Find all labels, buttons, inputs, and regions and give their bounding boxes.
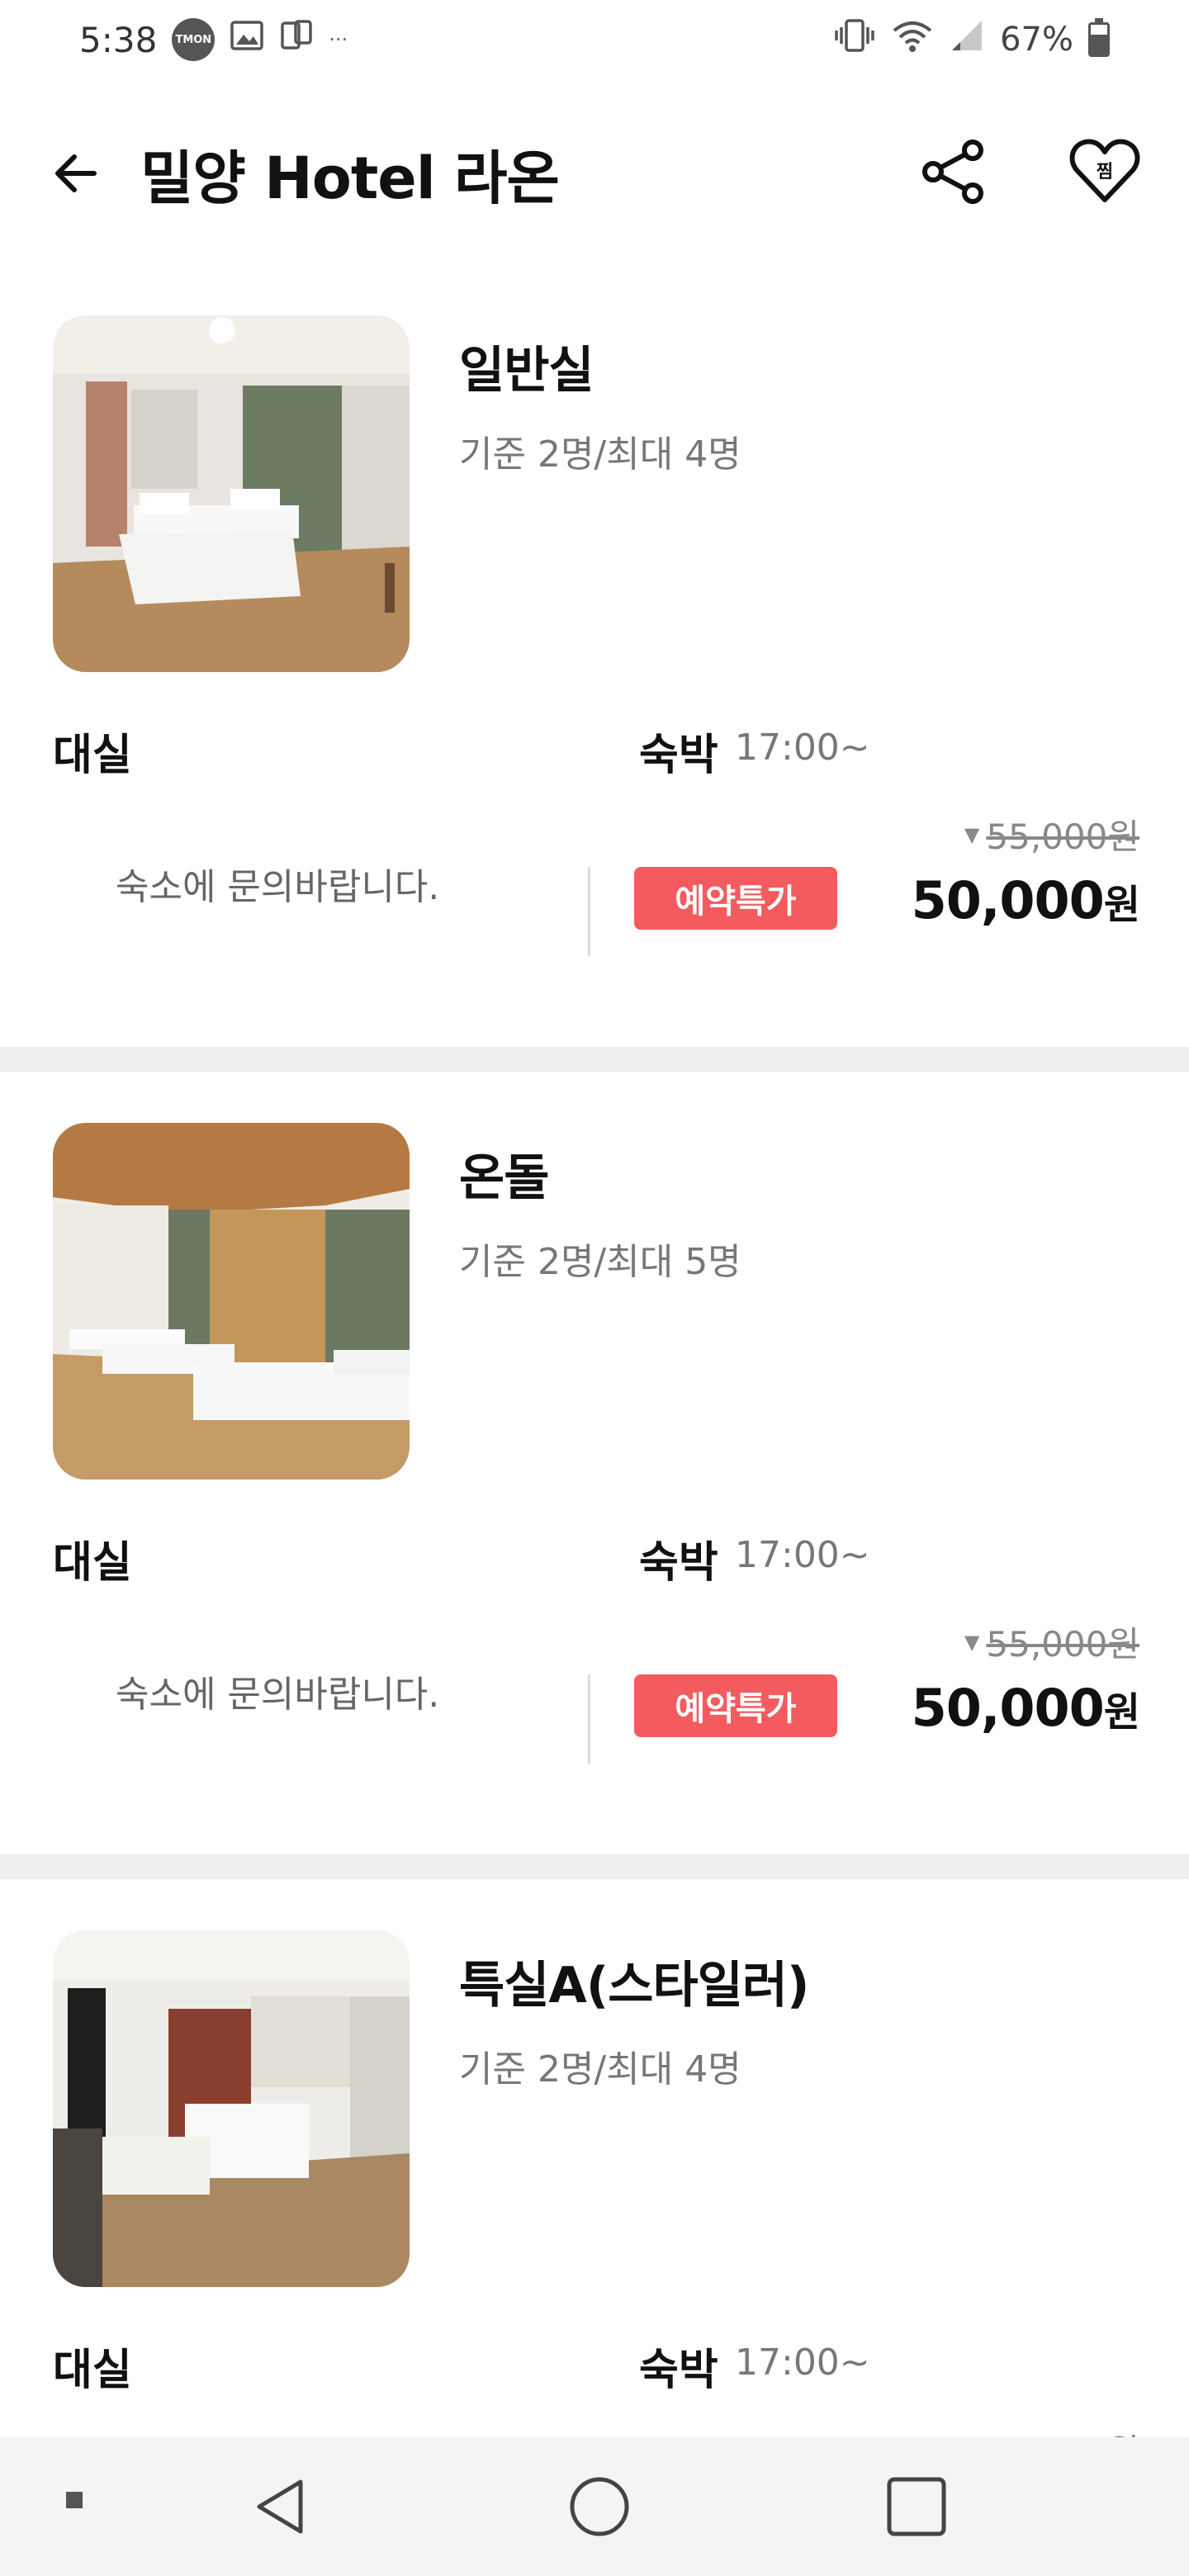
original-price-wrap: ▼ 65,000원 bbox=[964, 2424, 1139, 2437]
deal-badge: 예약특가 bbox=[634, 1674, 837, 1737]
header-actions: 찜 bbox=[917, 135, 1143, 211]
section-divider bbox=[0, 1047, 1189, 1072]
divider bbox=[588, 1674, 590, 1764]
room-card[interactable]: 온돌 기준 2명/최대 5명 대실 숙박 17:00~ 숙소에 문의바랍니다. … bbox=[0, 1123, 1189, 1899]
page-title: 밀양 Hotel 라온 bbox=[140, 144, 560, 212]
overnight-label: 숙박 bbox=[639, 731, 718, 780]
battery-percent: 67% bbox=[1000, 21, 1073, 59]
original-price-wrap: ▼ 55,000원 bbox=[964, 1617, 1139, 1667]
vibrate-icon bbox=[833, 17, 876, 62]
sale-price: 50,000원 bbox=[911, 1678, 1140, 1738]
discount-arrow-icon: ▼ bbox=[964, 1630, 980, 1654]
divider bbox=[588, 867, 590, 956]
overnight-label: 숙박 bbox=[639, 1538, 718, 1588]
original-price: 55,000원 bbox=[986, 1624, 1139, 1664]
wishlist-label: 찜 bbox=[1096, 162, 1114, 182]
recent-apps-icon[interactable] bbox=[63, 2488, 86, 2512]
image-notification-icon bbox=[230, 18, 264, 61]
room-name[interactable]: 일반실 bbox=[459, 330, 594, 402]
battery-icon bbox=[1088, 18, 1110, 57]
app-header: 밀양 Hotel 라온 찜 bbox=[0, 116, 1189, 231]
daytime-rental-label: 대실 bbox=[53, 2346, 132, 2395]
room-card[interactable]: 특실A(스타일러) 기준 2명/최대 4명 대실 숙박 17:00~ ▼ 65,… bbox=[0, 1930, 1189, 2437]
original-price-wrap: ▼ 55,000원 bbox=[964, 809, 1139, 859]
original-price: 55,000원 bbox=[986, 817, 1139, 857]
section-divider bbox=[0, 1854, 1189, 1879]
daytime-rental-label: 대실 bbox=[53, 731, 132, 780]
overnight-label: 숙박 bbox=[639, 2346, 718, 2395]
deal-badge: 예약특가 bbox=[634, 867, 837, 930]
share-icon bbox=[920, 137, 989, 210]
back-arrow-icon[interactable] bbox=[46, 144, 106, 203]
room-photo[interactable] bbox=[53, 1930, 410, 2287]
checkin-time: 17:00~ bbox=[735, 1534, 870, 1576]
sale-price-value: 50,000 bbox=[911, 1678, 1105, 1738]
sale-price-value: 50,000 bbox=[911, 870, 1105, 930]
system-navigation-bar bbox=[0, 2437, 1189, 2576]
discount-arrow-icon: ▼ bbox=[964, 822, 980, 846]
sale-price: 50,000원 bbox=[911, 870, 1140, 930]
room-capacity: 기준 2명/최대 4명 bbox=[459, 2048, 741, 2091]
status-bar: 5:38 TMON ··· 67% bbox=[0, 0, 1189, 79]
daytime-rental-label: 대실 bbox=[53, 1538, 132, 1588]
inquiry-note: 숙소에 문의바랍니다. bbox=[116, 1674, 440, 1716]
currency-unit: 원 bbox=[1103, 882, 1140, 928]
more-notifications-icon: ··· bbox=[329, 28, 348, 51]
room-capacity: 기준 2명/최대 5명 bbox=[459, 1241, 741, 1283]
checkin-time: 17:00~ bbox=[735, 727, 870, 769]
room-photo[interactable] bbox=[53, 1123, 410, 1480]
room-photo[interactable] bbox=[53, 315, 410, 672]
room-name[interactable]: 특실A(스타일러) bbox=[459, 1945, 809, 2017]
original-price: 65,000원 bbox=[986, 2424, 1139, 2437]
home-icon[interactable] bbox=[566, 2474, 632, 2540]
room-capacity: 기준 2명/최대 4명 bbox=[459, 433, 741, 476]
status-time: 5:38 bbox=[79, 19, 158, 60]
checkin-time: 17:00~ bbox=[735, 2342, 870, 2384]
back-triangle-icon[interactable] bbox=[248, 2474, 314, 2540]
tmon-notification-icon: TMON bbox=[172, 18, 216, 61]
room-card[interactable]: 일반실 기준 2명/최대 4명 대실 숙박 17:00~ 숙소에 문의바랍니다.… bbox=[0, 315, 1189, 1091]
status-left: 5:38 TMON ··· bbox=[79, 18, 348, 61]
wifi-icon bbox=[891, 17, 934, 62]
share-button[interactable] bbox=[917, 135, 992, 211]
room-name[interactable]: 온돌 bbox=[459, 1138, 549, 1210]
phone-link-notification-icon bbox=[279, 18, 314, 61]
currency-unit: 원 bbox=[1103, 1689, 1140, 1735]
status-right: 67% bbox=[833, 17, 1110, 62]
wishlist-button[interactable]: 찜 bbox=[1067, 135, 1143, 211]
overview-square-icon[interactable] bbox=[883, 2474, 950, 2540]
signal-icon bbox=[949, 17, 985, 62]
inquiry-note: 숙소에 문의바랍니다. bbox=[116, 866, 440, 908]
